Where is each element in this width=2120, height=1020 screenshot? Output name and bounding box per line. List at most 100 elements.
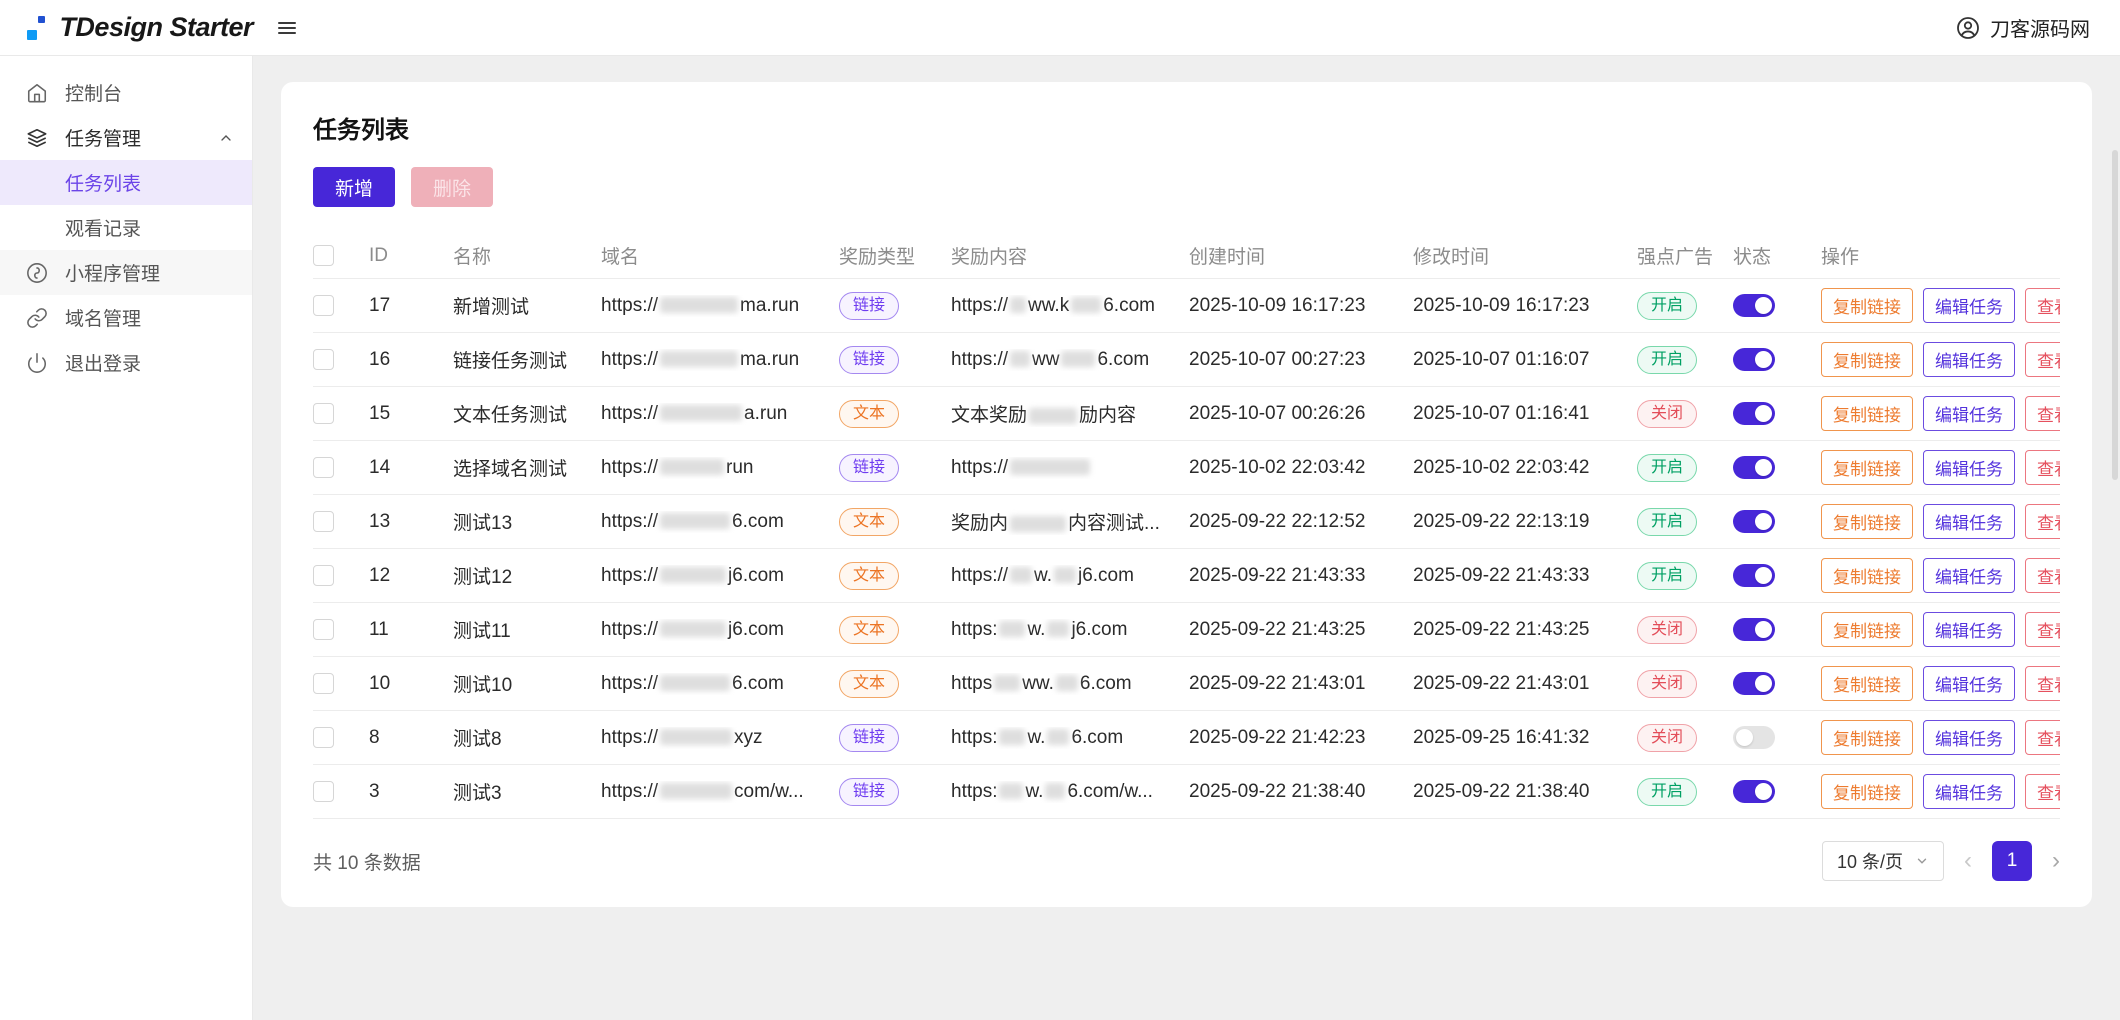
copy-link-button[interactable]: 复制链接 xyxy=(1821,450,1913,485)
status-toggle[interactable] xyxy=(1733,510,1775,533)
status-toggle[interactable] xyxy=(1733,672,1775,695)
copy-link-button[interactable]: 复制链接 xyxy=(1821,396,1913,431)
censor-blur xyxy=(1061,351,1095,367)
sidebar-item-task-management[interactable]: 任务管理 xyxy=(0,115,252,160)
copy-link-button[interactable]: 复制链接 xyxy=(1821,558,1913,593)
copy-link-button[interactable]: 复制链接 xyxy=(1821,774,1913,809)
table-row: 15文本任务测试https://a.run文本文本奖励励内容2025-10-07… xyxy=(313,387,2060,441)
sidebar-item-domain-management[interactable]: 域名管理 xyxy=(0,295,252,340)
reward-type-cell: 文本 xyxy=(839,400,951,428)
edit-task-button[interactable]: 编辑任务 xyxy=(1923,666,2015,701)
edit-task-button[interactable]: 编辑任务 xyxy=(1923,450,2015,485)
edit-task-button[interactable]: 编辑任务 xyxy=(1923,774,2015,809)
row-checkbox[interactable] xyxy=(313,295,334,316)
modified-time-cell: 2025-10-02 22:03:42 xyxy=(1413,457,1637,479)
sidebar-item-watch-records[interactable]: 观看记录 xyxy=(0,205,252,250)
row-checkbox[interactable] xyxy=(313,403,334,424)
toggle-knob xyxy=(1755,459,1772,476)
row-checkbox[interactable] xyxy=(313,565,334,586)
censored-text-part: run xyxy=(726,457,753,478)
reward-type-cell: 链接 xyxy=(839,778,951,806)
sidebar-item-logout[interactable]: 退出登录 xyxy=(0,340,252,385)
row-checkbox[interactable] xyxy=(313,781,334,802)
censored-text-part: j6.com xyxy=(728,619,784,640)
status-toggle[interactable] xyxy=(1733,780,1775,803)
row-actions-cell: 复制链接编辑任务查看数据 xyxy=(1821,774,2060,809)
modified-time-cell: 2025-09-25 16:41:32 xyxy=(1413,727,1637,749)
reward-type-cell: 链接 xyxy=(839,292,951,320)
view-data-button[interactable]: 查看数据 xyxy=(2025,612,2060,647)
delete-button[interactable]: 删除 xyxy=(411,167,493,207)
status-toggle[interactable] xyxy=(1733,618,1775,641)
add-button[interactable]: 新增 xyxy=(313,167,395,207)
collapse-menu-icon[interactable] xyxy=(275,16,299,40)
app-logo[interactable]: TDesign Starter xyxy=(0,12,253,43)
copy-link-button[interactable]: 复制链接 xyxy=(1821,720,1913,755)
reward-type-cell: 文本 xyxy=(839,616,951,644)
copy-link-button[interactable]: 复制链接 xyxy=(1821,612,1913,647)
toggle-knob xyxy=(1755,297,1772,314)
row-checkbox[interactable] xyxy=(313,511,334,532)
status-toggle[interactable] xyxy=(1733,456,1775,479)
toggle-knob xyxy=(1755,783,1772,800)
reward-content-cell: httpsww.6.com xyxy=(951,673,1189,695)
row-checkbox[interactable] xyxy=(313,457,334,478)
view-data-button[interactable]: 查看数据 xyxy=(2025,288,2060,323)
header-checkbox-cell xyxy=(313,245,369,266)
view-data-button[interactable]: 查看数据 xyxy=(2025,774,2060,809)
reward-content-cell: https:w.j6.com xyxy=(951,619,1189,641)
row-checkbox[interactable] xyxy=(313,349,334,370)
next-page-button[interactable]: › xyxy=(2052,849,2060,873)
view-data-button[interactable]: 查看数据 xyxy=(2025,558,2060,593)
row-actions-cell: 复制链接编辑任务查看数据 xyxy=(1821,612,2060,647)
row-checkbox[interactable] xyxy=(313,727,334,748)
view-data-button[interactable]: 查看数据 xyxy=(2025,504,2060,539)
censor-blur xyxy=(1010,567,1032,583)
edit-task-button[interactable]: 编辑任务 xyxy=(1923,720,2015,755)
view-data-button[interactable]: 查看数据 xyxy=(2025,720,2060,755)
edit-task-button[interactable]: 编辑任务 xyxy=(1923,558,2015,593)
sidebar-item-task-list[interactable]: 任务列表 xyxy=(0,160,252,205)
edit-task-button[interactable]: 编辑任务 xyxy=(1923,342,2015,377)
prev-page-button[interactable]: ‹ xyxy=(1964,849,1972,873)
censored-text-part: https:// xyxy=(601,457,658,478)
copy-link-button[interactable]: 复制链接 xyxy=(1821,288,1913,323)
edit-task-button[interactable]: 编辑任务 xyxy=(1923,396,2015,431)
censored-text-part: w. xyxy=(1027,727,1045,748)
current-page-button[interactable]: 1 xyxy=(1992,841,2032,881)
view-data-button[interactable]: 查看数据 xyxy=(2025,396,2060,431)
view-data-button[interactable]: 查看数据 xyxy=(2025,342,2060,377)
view-data-button[interactable]: 查看数据 xyxy=(2025,450,2060,485)
ad-status-tag: 关闭 xyxy=(1637,616,1697,644)
copy-link-button[interactable]: 复制链接 xyxy=(1821,342,1913,377)
sidebar-item-miniprogram[interactable]: 小程序管理 xyxy=(0,250,252,295)
user-name[interactable]: 刀客源码网 xyxy=(1990,13,2090,42)
edit-task-button[interactable]: 编辑任务 xyxy=(1923,504,2015,539)
status-toggle[interactable] xyxy=(1733,726,1775,749)
column-header: 强点广告 xyxy=(1637,242,1733,269)
edit-task-button[interactable]: 编辑任务 xyxy=(1923,612,2015,647)
row-checkbox[interactable] xyxy=(313,673,334,694)
page-size-select[interactable]: 10 条/页 xyxy=(1822,841,1944,881)
row-checkbox[interactable] xyxy=(313,619,334,640)
censored-text-part: 奖励内 xyxy=(951,513,1008,534)
task-name-cell: 测试8 xyxy=(453,724,601,751)
censored-text-part: a.run xyxy=(744,403,787,424)
created-time-cell: 2025-09-22 21:43:01 xyxy=(1189,673,1413,695)
toggle-knob xyxy=(1755,351,1772,368)
status-toggle[interactable] xyxy=(1733,402,1775,425)
status-toggle[interactable] xyxy=(1733,294,1775,317)
edit-task-button[interactable]: 编辑任务 xyxy=(1923,288,2015,323)
view-data-button[interactable]: 查看数据 xyxy=(2025,666,2060,701)
scrollbar[interactable] xyxy=(2112,150,2118,480)
ad-status-cell: 开启 xyxy=(1637,508,1733,536)
pagination: 10 条/页 ‹ 1 › xyxy=(1822,841,2060,881)
status-cell xyxy=(1733,294,1821,317)
status-toggle[interactable] xyxy=(1733,348,1775,371)
status-toggle[interactable] xyxy=(1733,564,1775,587)
copy-link-button[interactable]: 复制链接 xyxy=(1821,504,1913,539)
select-all-checkbox[interactable] xyxy=(313,245,334,266)
sidebar-item-console[interactable]: 控制台 xyxy=(0,70,252,115)
user-avatar-icon[interactable] xyxy=(1956,16,1980,40)
copy-link-button[interactable]: 复制链接 xyxy=(1821,666,1913,701)
